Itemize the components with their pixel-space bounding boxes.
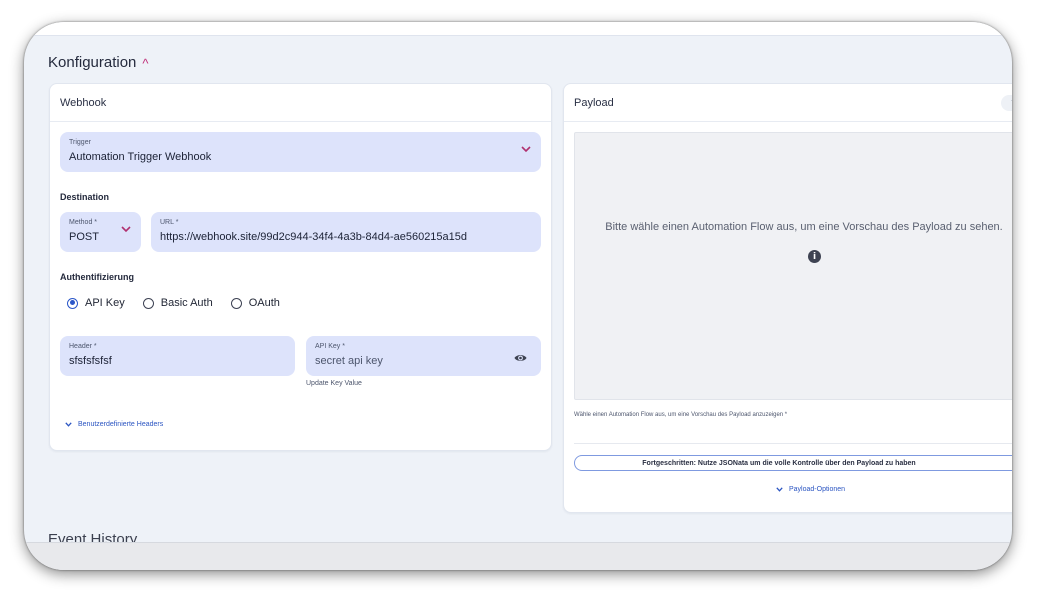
- header-label: Header *: [69, 343, 97, 350]
- payload-options-label: Payload-Optionen: [789, 486, 846, 493]
- radio-basic-auth-control[interactable]: [142, 297, 154, 309]
- api-key-placeholder[interactable]: secret api key: [315, 355, 383, 367]
- chevron-down-icon: [776, 485, 783, 494]
- trigger-label: Trigger: [69, 139, 91, 146]
- webhook-card-title: Webhook: [50, 84, 551, 122]
- info-icon: i: [808, 250, 821, 263]
- radio-basic-auth[interactable]: Basic Auth: [142, 297, 213, 309]
- auth-title: Authentifizierung: [60, 272, 134, 282]
- radio-api-key-label: API Key: [85, 297, 125, 309]
- payload-card-title: Payload: [564, 84, 1012, 122]
- radio-oauth-control[interactable]: [230, 297, 242, 309]
- url-value[interactable]: https://webhook.site/99d2c944-34f4-4a3b-…: [160, 231, 467, 243]
- custom-headers-label: Benutzerdefinierte Headers: [78, 421, 164, 428]
- method-label: Method *: [69, 219, 98, 226]
- radio-oauth-label: OAuth: [248, 297, 280, 309]
- payload-preview: i: [574, 132, 1012, 400]
- radio-basic-auth-label: Basic Auth: [160, 297, 213, 309]
- test-button[interactable]: Teste: [1001, 95, 1012, 111]
- api-key-label: API Key *: [315, 343, 345, 350]
- app-window: Konfiguration ^ Webhook Trigger Automati…: [24, 22, 1012, 570]
- trigger-value: Automation Trigger Webhook: [69, 151, 212, 163]
- method-value: POST: [69, 231, 99, 243]
- custom-headers-toggle[interactable]: Benutzerdefinierte Headers: [65, 420, 163, 429]
- radio-oauth[interactable]: OAuth: [230, 297, 280, 309]
- chevron-down-icon[interactable]: [521, 144, 531, 156]
- api-key-helper: Update Key Value: [306, 380, 362, 387]
- payload-caption: Wähle einen Automation Flow aus, um eine…: [574, 412, 788, 418]
- header-field[interactable]: Header * sfsfsfsfsf: [60, 336, 295, 376]
- top-bar: [24, 22, 1012, 36]
- trigger-select[interactable]: Trigger Automation Trigger Webhook: [60, 132, 541, 172]
- method-select[interactable]: Method * POST: [60, 212, 141, 252]
- payload-options-toggle[interactable]: Payload-Optionen: [776, 485, 845, 494]
- configuration-header[interactable]: Konfiguration ^: [48, 54, 149, 71]
- url-label: URL *: [160, 219, 179, 226]
- radio-api-key-control[interactable]: [67, 297, 78, 309]
- chevron-down-icon: [65, 420, 72, 429]
- payload-card: Payload Teste i Bitte wähle einen Automa…: [563, 83, 1012, 513]
- api-key-field[interactable]: API Key * secret api key: [306, 336, 541, 376]
- header-value[interactable]: sfsfsfsfsf: [69, 355, 112, 367]
- destination-title: Destination: [60, 192, 110, 202]
- configuration-title: Konfiguration: [48, 54, 137, 71]
- radio-api-key[interactable]: API Key: [67, 297, 125, 309]
- webhook-card: Webhook Trigger Automation Trigger Webho…: [49, 83, 552, 451]
- divider: [574, 443, 1012, 444]
- bottom-bar: [24, 542, 1012, 570]
- preview-message: Bitte wähle einen Automation Flow aus, u…: [605, 221, 1003, 233]
- auth-radio-group: API Key Basic Auth OAuth: [67, 297, 298, 309]
- chevron-up-icon[interactable]: ^: [142, 56, 148, 71]
- chevron-down-icon[interactable]: [121, 224, 131, 236]
- advanced-jsonata-button[interactable]: Fortgeschritten: Nutze JSONata um die vo…: [574, 455, 1012, 471]
- url-field[interactable]: URL * https://webhook.site/99d2c944-34f4…: [151, 212, 541, 252]
- eye-icon[interactable]: [514, 350, 527, 368]
